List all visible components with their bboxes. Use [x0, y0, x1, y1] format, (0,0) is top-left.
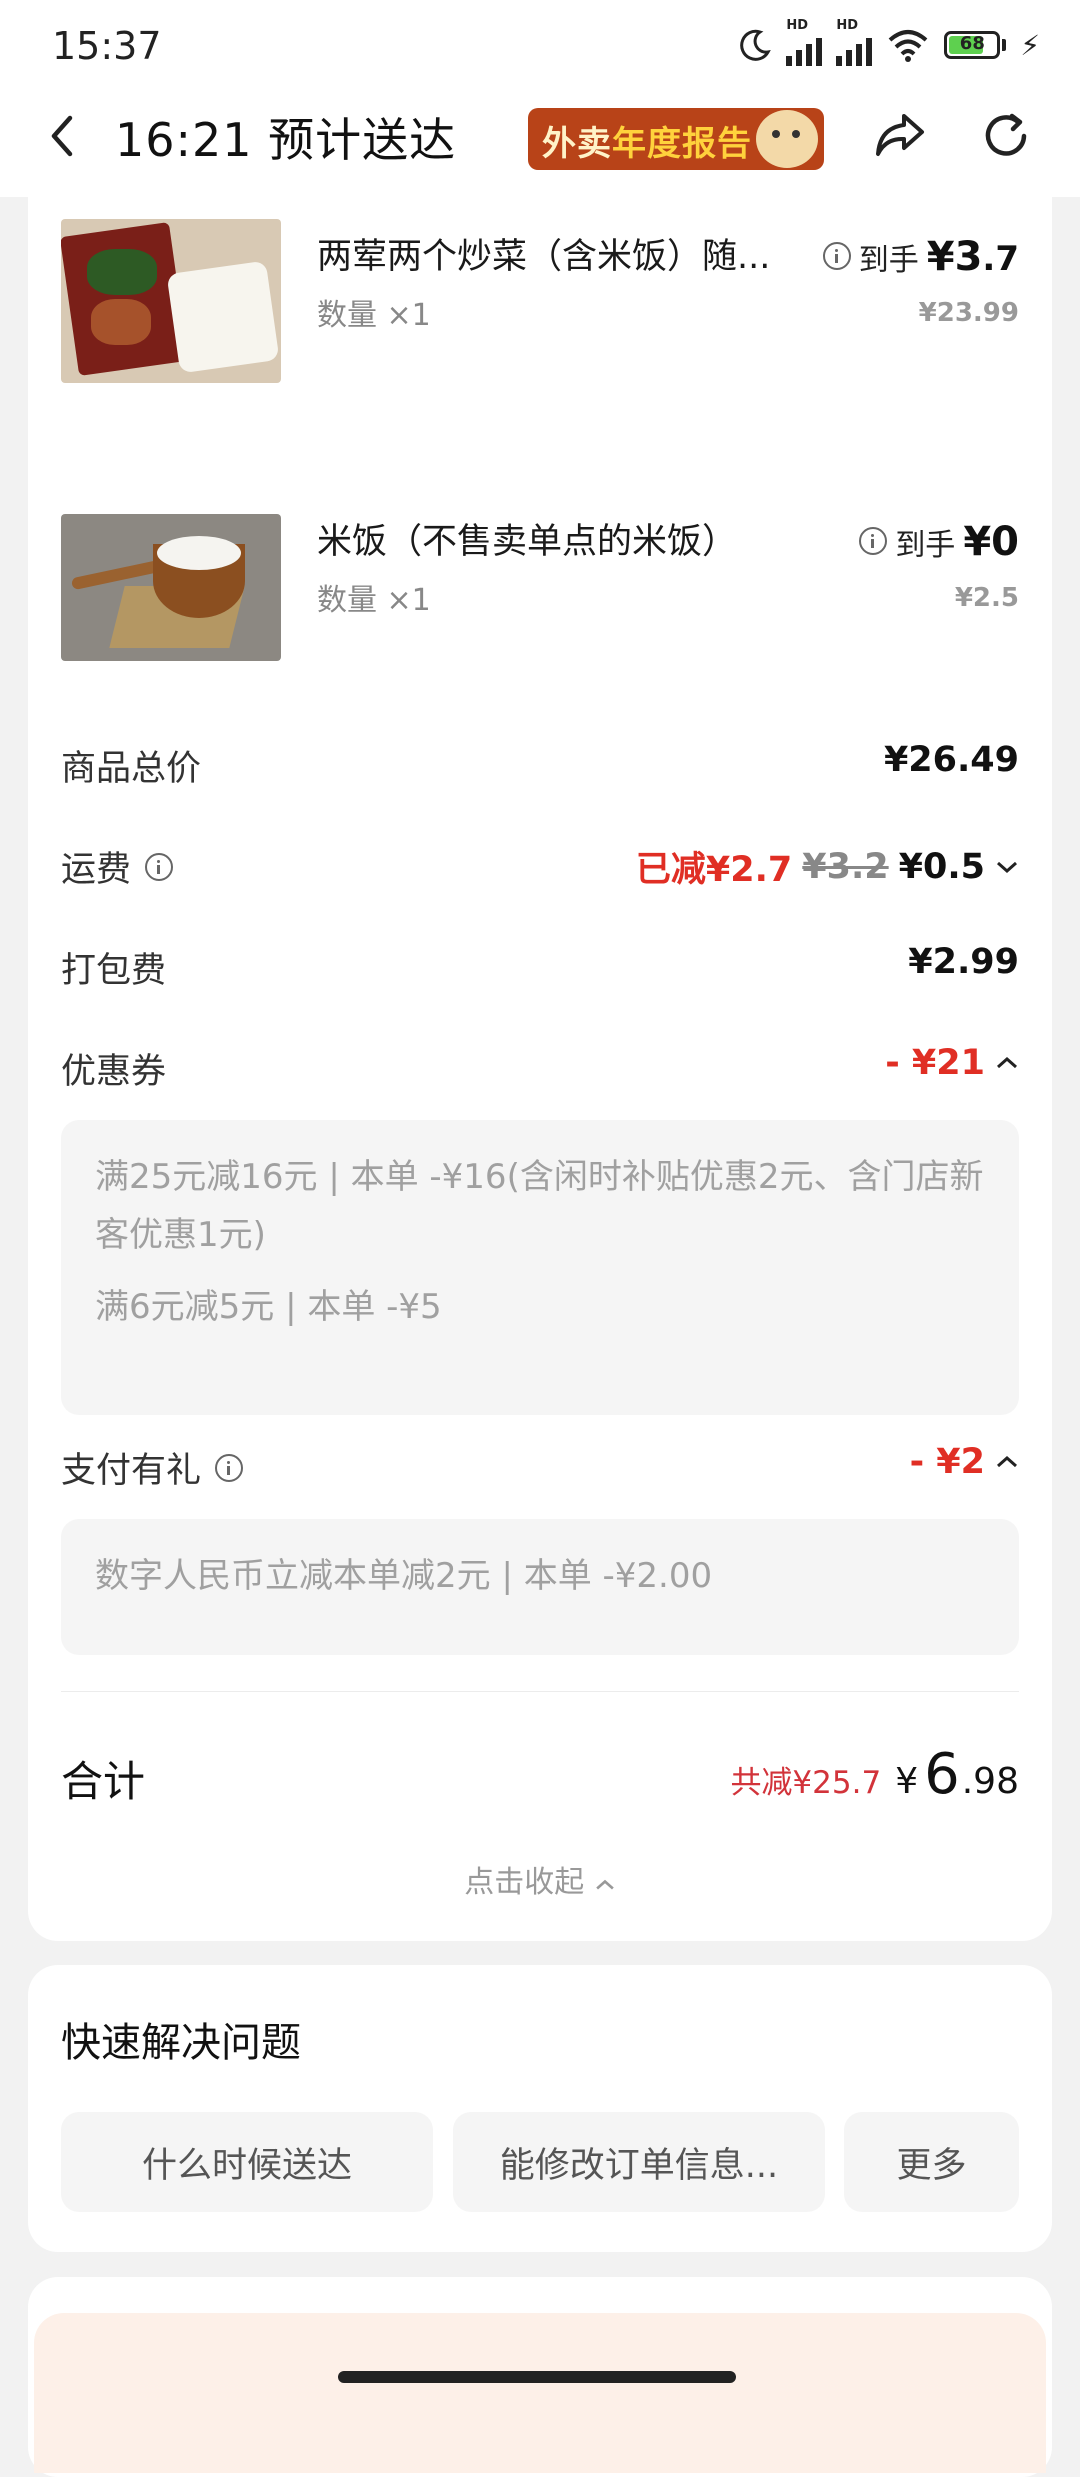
pay-gift-detail-text: 数字人民币立减本单减2元 | 本单 -¥2.00: [95, 1556, 713, 1596]
coupon-detail-1: 满25元减16元 | 本单 -¥16(含闲时补贴优惠2元、含门店新客优惠1元): [95, 1157, 984, 1255]
coupon-value[interactable]: - ¥21: [885, 1043, 1019, 1083]
pay-gift-value[interactable]: - ¥2: [910, 1442, 1019, 1482]
signal-icon: HD: [786, 18, 823, 66]
total-saved: 共减¥25.7: [730, 1765, 882, 1801]
banner-highlight: 年度报告: [612, 124, 752, 164]
item-name[interactable]: 米饭（不售卖单点的米饭）: [317, 513, 737, 564]
chevron-up-icon: [997, 1056, 1017, 1069]
top-bar: 15:37 HD HD 68 ⚡ 16:21 预计送达 外卖年度报告: [0, 0, 1080, 197]
item-name[interactable]: 两荤两个炒菜（含米饭）随...: [317, 228, 770, 279]
coupon-label: 优惠券: [61, 1052, 167, 1092]
delivery-original: ¥3.2: [802, 846, 889, 887]
info-icon[interactable]: [145, 852, 174, 881]
pay-gift-label: 支付有礼: [61, 1451, 202, 1491]
order-detail-card: 两荤两个炒菜（含米饭）随... 数量 ×1 到手 ¥3.7 ¥23.99 米饭（…: [28, 197, 1052, 1941]
chevron-up-icon: [997, 1455, 1017, 1468]
coupon-detail-2: 满6元减5元 | 本单 -¥5: [95, 1287, 442, 1327]
page-title: 16:21 预计送达: [115, 113, 457, 167]
info-icon[interactable]: [822, 242, 851, 270]
home-indicator[interactable]: [338, 2371, 736, 2383]
food-image-2[interactable]: [61, 514, 281, 661]
goods-total-value: ¥26.49: [883, 740, 1019, 780]
back-arrow-icon[interactable]: [40, 104, 84, 168]
delivery-fee-label: 运费: [61, 850, 132, 890]
modify-order-button[interactable]: 能修改订单信息...: [453, 2112, 825, 2212]
item-price: 到手 ¥3.7: [822, 234, 1019, 280]
share-icon[interactable]: [870, 106, 930, 166]
refresh-icon[interactable]: [978, 108, 1034, 164]
coupon-details: 满25元减16元 | 本单 -¥16(含闲时补贴优惠2元、含门店新客优惠1元) …: [61, 1120, 1019, 1415]
chevron-down-icon: [997, 861, 1017, 873]
original-price: ¥2.5: [954, 583, 1019, 613]
when-delivered-button[interactable]: 什么时候送达: [61, 2112, 433, 2212]
signal-icon-2: HD: [836, 18, 873, 66]
quick-help-card: 快速解决问题 什么时候送达 能修改订单信息... 更多: [28, 1965, 1052, 2252]
collapse-link[interactable]: 点击收起: [28, 1857, 1052, 1901]
divider: [61, 1691, 1019, 1692]
goods-total-label: 商品总价: [61, 749, 202, 789]
total-label: 合计: [61, 1757, 146, 1806]
moon-icon: [740, 29, 772, 61]
item-price: 到手 ¥0: [859, 519, 1019, 565]
info-icon[interactable]: [215, 1453, 244, 1482]
charging-icon: ⚡: [1020, 28, 1040, 62]
annual-report-banner[interactable]: 外卖年度报告: [528, 108, 824, 170]
original-price: ¥23.99: [918, 298, 1019, 328]
delivery-fee-value[interactable]: 已减¥2.7 ¥3.2 ¥0.5: [636, 841, 1019, 892]
quick-help-title: 快速解决问题: [61, 2020, 301, 2066]
chevron-up-icon: [596, 1879, 614, 1890]
battery-icon: 68: [944, 31, 1007, 59]
delivery-value: ¥0.5: [898, 846, 985, 887]
wifi-icon: [889, 30, 928, 62]
item-quantity: 数量 ×1: [317, 298, 431, 333]
delivery-reduced: 已减¥2.7: [635, 850, 793, 890]
pay-gift-row: 支付有礼: [61, 1442, 244, 1493]
packing-fee-value: ¥2.99: [908, 942, 1019, 982]
packing-fee-label: 打包费: [61, 951, 167, 991]
total-value: 共减¥25.7 ¥ 6 .98: [730, 1742, 1019, 1807]
food-image-1[interactable]: [61, 219, 281, 383]
status-time: 15:37: [52, 24, 162, 68]
mascot-icon: [756, 110, 818, 168]
banner-prefix: 外卖: [542, 124, 612, 164]
more-button[interactable]: 更多: [844, 2112, 1019, 2212]
delivery-fee-row: 运费: [61, 841, 174, 892]
info-icon[interactable]: [859, 527, 888, 555]
pay-gift-detail: 数字人民币立减本单减2元 | 本单 -¥2.00: [61, 1519, 1019, 1655]
item-quantity: 数量 ×1: [317, 583, 431, 618]
status-icons: HD HD 68 ⚡: [738, 18, 1040, 66]
